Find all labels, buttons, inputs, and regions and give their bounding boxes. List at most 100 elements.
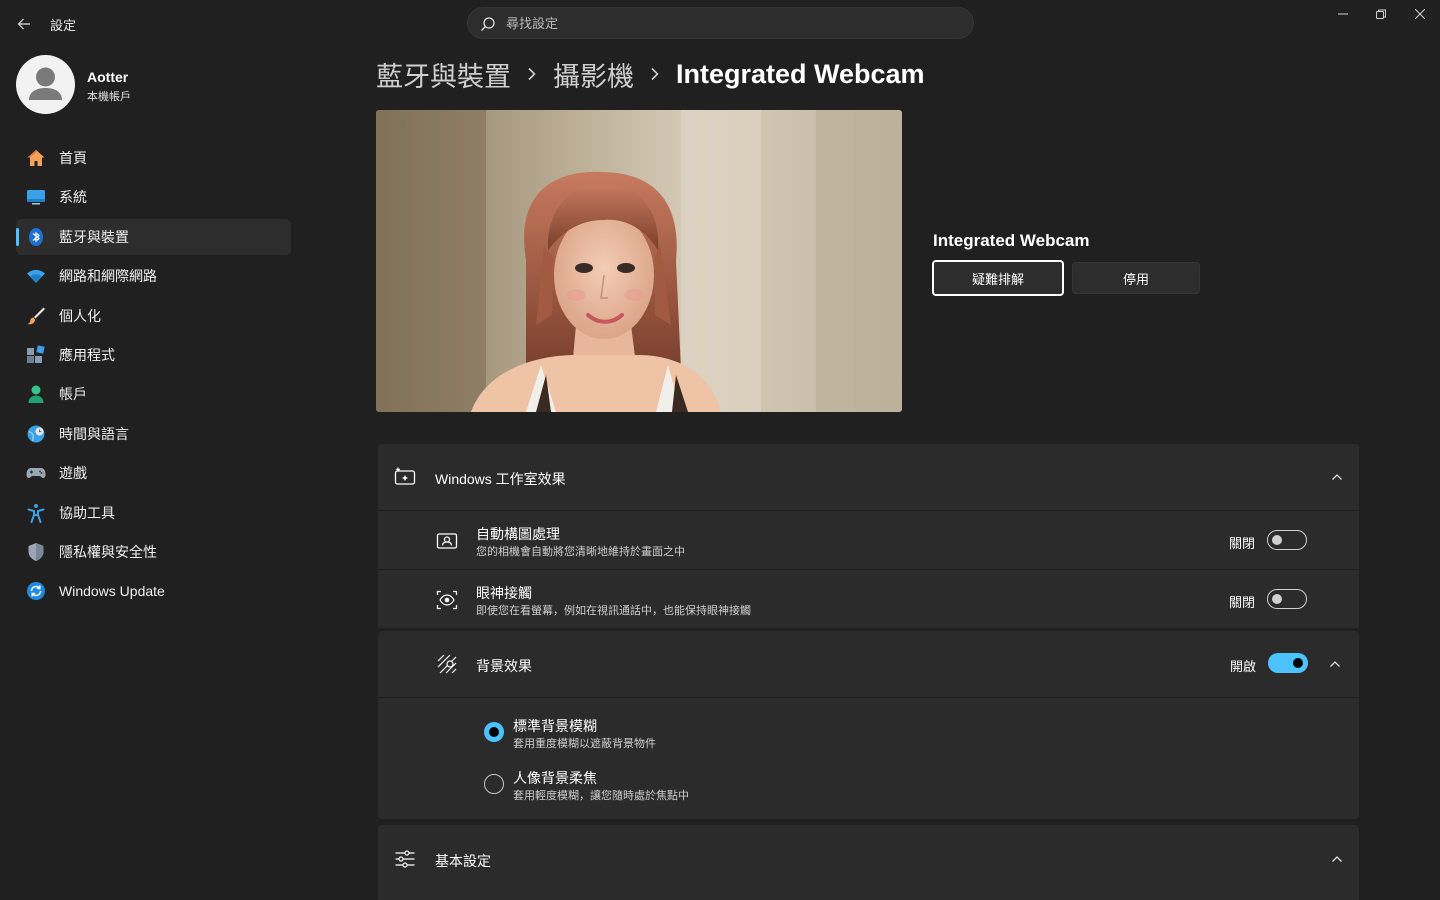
search-input[interactable] bbox=[506, 8, 956, 38]
sidebar-item-apps[interactable]: 應用程式 bbox=[16, 337, 291, 373]
studio-effects-header[interactable]: Windows 工作室效果 bbox=[378, 444, 1359, 510]
auto-framing-row: 自動構圖處理 您的相機會自動將您清晰地維持於畫面之中 關閉 bbox=[378, 510, 1359, 569]
sliders-icon bbox=[394, 848, 416, 870]
chevron-right-icon bbox=[527, 67, 537, 81]
studio-effects-title: Windows 工作室效果 bbox=[435, 471, 566, 487]
back-arrow-icon bbox=[17, 18, 30, 30]
basic-settings-header[interactable]: 基本設定 bbox=[378, 825, 1359, 891]
background-effects-card: 背景效果 開啟 標準背景模糊 套用重度模糊以遮蔽背景物件 人像背景柔焦 套用輕度… bbox=[378, 631, 1359, 820]
search-box[interactable] bbox=[467, 7, 974, 39]
basic-settings-title: 基本設定 bbox=[435, 853, 491, 869]
search-icon bbox=[481, 17, 495, 31]
sidebar-item-gaming[interactable]: 遊戲 bbox=[16, 455, 291, 491]
eye-contact-subtitle: 即使您在看螢幕，例如在視訊通話中，也能保持眼神接觸 bbox=[476, 605, 751, 617]
auto-framing-title: 自動構圖處理 bbox=[476, 526, 560, 542]
background-effects-state-label: 開啟 bbox=[1229, 659, 1256, 674]
profile-account-type: 本機帳戶 bbox=[87, 91, 131, 103]
chevron-up-icon[interactable] bbox=[1329, 657, 1341, 675]
eye-contact-toggle[interactable] bbox=[1267, 589, 1307, 609]
breadcrumb: 藍牙與裝置 攝影機 Integrated Webcam bbox=[376, 54, 925, 94]
sidebar-item-label: 遊戲 bbox=[59, 465, 87, 482]
close-button[interactable] bbox=[1401, 0, 1439, 28]
auto-framing-toggle[interactable] bbox=[1267, 530, 1307, 550]
sidebar-item-label: 帳戶 bbox=[59, 386, 87, 403]
system-display-icon bbox=[26, 187, 46, 207]
sidebar-item-label: 系統 bbox=[59, 189, 87, 206]
basic-settings-card: 基本設定 bbox=[378, 825, 1359, 900]
accessibility-icon bbox=[26, 503, 46, 523]
sidebar-item-label: 應用程式 bbox=[59, 346, 115, 363]
sidebar-item-label: 個人化 bbox=[59, 307, 101, 324]
app-title: 設定 bbox=[50, 18, 77, 33]
sidebar-item-windows-update[interactable]: Windows Update bbox=[16, 573, 291, 609]
eye-contact-title: 眼神接觸 bbox=[476, 585, 532, 601]
back-button[interactable] bbox=[12, 12, 36, 36]
update-icon bbox=[26, 581, 46, 601]
sidebar-item-label: 首頁 bbox=[59, 150, 87, 166]
minimize-button[interactable] bbox=[1324, 0, 1362, 28]
restore-button[interactable] bbox=[1362, 0, 1400, 28]
sidebar-item-time-language[interactable]: 時間與語言 bbox=[16, 416, 291, 452]
sidebar-item-privacy-security[interactable]: 隱私權與安全性 bbox=[16, 534, 291, 570]
toggle-knob bbox=[1272, 594, 1282, 604]
sidebar-item-label: 藍牙與裝置 bbox=[59, 228, 129, 245]
gamepad-icon bbox=[26, 463, 46, 483]
auto-framing-state-label: 關閉 bbox=[1228, 536, 1255, 551]
sidebar-item-accessibility[interactable]: 協助工具 bbox=[16, 495, 291, 531]
breadcrumb-item-cameras[interactable]: 攝影機 bbox=[553, 55, 634, 94]
brush-icon bbox=[26, 306, 46, 326]
background-effects-toggle[interactable] bbox=[1268, 653, 1308, 673]
disable-button[interactable]: 停用 bbox=[1072, 262, 1200, 294]
background-effects-icon bbox=[436, 653, 458, 680]
sidebar-item-label: Windows Update bbox=[59, 583, 165, 600]
chevron-up-icon[interactable] bbox=[1331, 470, 1343, 488]
toggle-knob bbox=[1272, 535, 1282, 545]
chevron-up-icon[interactable] bbox=[1331, 852, 1343, 870]
toggle-knob bbox=[1293, 658, 1303, 668]
title-bar: 設定 bbox=[0, 0, 1440, 46]
sidebar-item-label: 網路和網際網路 bbox=[59, 268, 157, 285]
profile-name: Aotter bbox=[87, 69, 129, 85]
sidebar-item-label: 隱私權與安全性 bbox=[59, 543, 157, 560]
portrait-blur-title: 人像背景柔焦 bbox=[513, 770, 597, 786]
sidebar-item-personalization[interactable]: 個人化 bbox=[16, 298, 291, 334]
radio-button-checked[interactable] bbox=[484, 722, 504, 742]
studio-effects-card: Windows 工作室效果 自動構圖處理 您的相機會自動將您清晰地維持於畫面之中… bbox=[378, 444, 1359, 628]
camera-name: Integrated Webcam bbox=[933, 231, 1090, 250]
eye-contact-icon bbox=[436, 589, 458, 611]
restore-icon bbox=[1376, 9, 1386, 19]
breadcrumb-item-bluetooth-devices[interactable]: 藍牙與裝置 bbox=[376, 55, 511, 94]
wifi-icon bbox=[26, 266, 46, 286]
studio-effects-icon bbox=[394, 466, 416, 488]
auto-framing-icon bbox=[436, 530, 458, 552]
camera-preview-image bbox=[376, 110, 902, 412]
eye-contact-row: 眼神接觸 即使您在看螢幕，例如在視訊通話中，也能保持眼神接觸 關閉 bbox=[378, 569, 1359, 628]
sidebar-item-bluetooth-devices[interactable]: 藍牙與裝置 bbox=[16, 218, 291, 255]
radio-button-unchecked[interactable] bbox=[484, 774, 504, 794]
avatar bbox=[16, 55, 75, 114]
troubleshoot-button[interactable]: 疑難排解 bbox=[932, 260, 1064, 296]
sidebar-item-network[interactable]: 網路和網際網路 bbox=[16, 258, 291, 294]
sidebar-item-home[interactable]: 首頁 bbox=[16, 140, 291, 176]
chevron-right-icon bbox=[650, 67, 660, 81]
apps-icon bbox=[26, 345, 46, 365]
globe-clock-icon bbox=[26, 424, 46, 444]
standard-blur-subtitle: 套用重度模糊以遮蔽背景物件 bbox=[513, 738, 656, 750]
sidebar-item-accounts[interactable]: 帳戶 bbox=[16, 376, 291, 412]
page-title: Integrated Webcam bbox=[676, 58, 925, 89]
sidebar-item-system[interactable]: 系統 bbox=[16, 179, 291, 215]
auto-framing-subtitle: 您的相機會自動將您清晰地維持於畫面之中 bbox=[476, 546, 685, 558]
background-effects-title: 背景效果 bbox=[476, 658, 532, 674]
eye-contact-state-label: 關閉 bbox=[1228, 595, 1255, 610]
background-effects-header[interactable]: 背景效果 開啟 bbox=[378, 631, 1359, 697]
selection-indicator bbox=[16, 227, 19, 246]
default-user-icon bbox=[29, 67, 62, 100]
sidebar-nav: 首頁 系統 藍牙與裝置 網路和網際網路 個人化 應用程式 帳戶 時間與語言 遊戲… bbox=[16, 140, 291, 613]
background-effects-options: 標準背景模糊 套用重度模糊以遮蔽背景物件 人像背景柔焦 套用輕度模糊，讓您隨時處… bbox=[378, 697, 1359, 819]
minimize-icon bbox=[1338, 13, 1348, 15]
user-profile[interactable]: Aotter 本機帳戶 bbox=[16, 55, 296, 115]
sidebar-item-label: 協助工具 bbox=[59, 504, 115, 521]
bluetooth-icon bbox=[26, 227, 46, 247]
shield-icon bbox=[26, 542, 46, 562]
home-icon bbox=[26, 148, 46, 168]
